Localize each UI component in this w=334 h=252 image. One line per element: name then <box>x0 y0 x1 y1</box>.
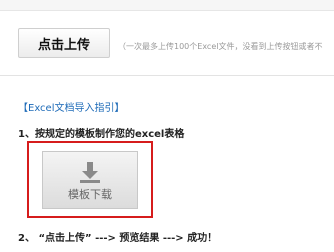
top-strip <box>0 0 334 11</box>
guide-title: 【Excel文档导入指引】 <box>18 103 125 114</box>
download-icon <box>78 159 102 183</box>
divider <box>0 75 334 76</box>
step-2-text: 2、 “点击上传” ---> 预览结果 ---> 成功！ <box>18 233 218 244</box>
template-download-button[interactable]: 模板下载 <box>42 151 138 209</box>
template-download-label: 模板下载 <box>68 187 112 201</box>
upload-hint-text: （一次最多上传100个Excel文件，没看到上传按钮或者不 <box>118 42 323 51</box>
upload-button[interactable]: 点击上传 <box>18 28 110 58</box>
step-1-text: 1、按规定的模板制作您的excel表格 <box>18 129 185 140</box>
